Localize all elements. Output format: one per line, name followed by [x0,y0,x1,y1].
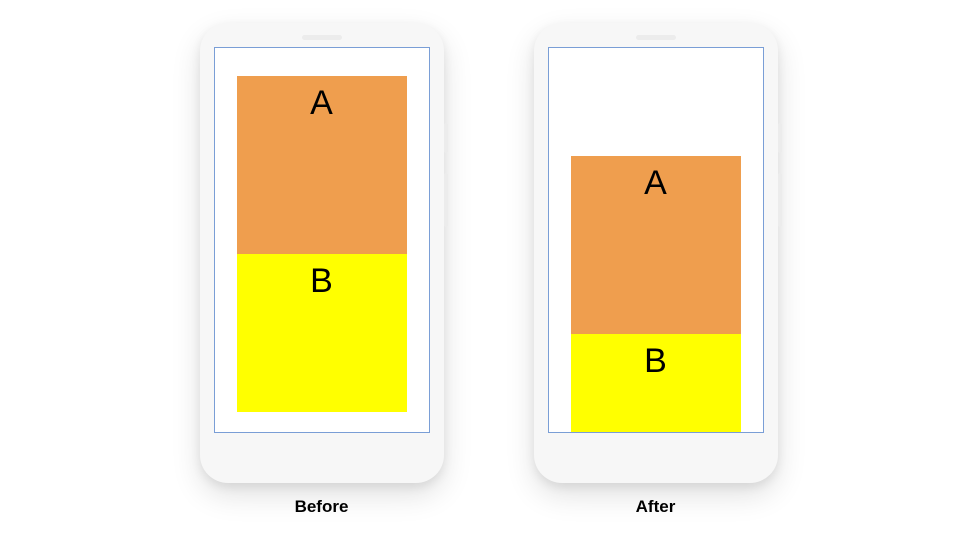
block-a: A [237,76,407,254]
phone-volume-button [444,173,448,227]
block-b: B [237,254,407,412]
phone-side-button [778,123,782,153]
before-group: A B Before [200,23,444,517]
phone-mockup-after: A B [534,23,778,483]
caption-after: After [636,497,676,517]
phone-mockup-before: A B [200,23,444,483]
phone-screen: A B [548,47,764,433]
caption-before: Before [295,497,349,517]
phone-side-button [444,123,448,153]
phone-speaker [302,35,342,40]
block-a: A [571,156,741,334]
phone-speaker [636,35,676,40]
phone-screen: A B [214,47,430,433]
block-b: B [571,334,741,433]
phone-volume-button [778,173,782,227]
after-group: A B After [534,23,778,517]
